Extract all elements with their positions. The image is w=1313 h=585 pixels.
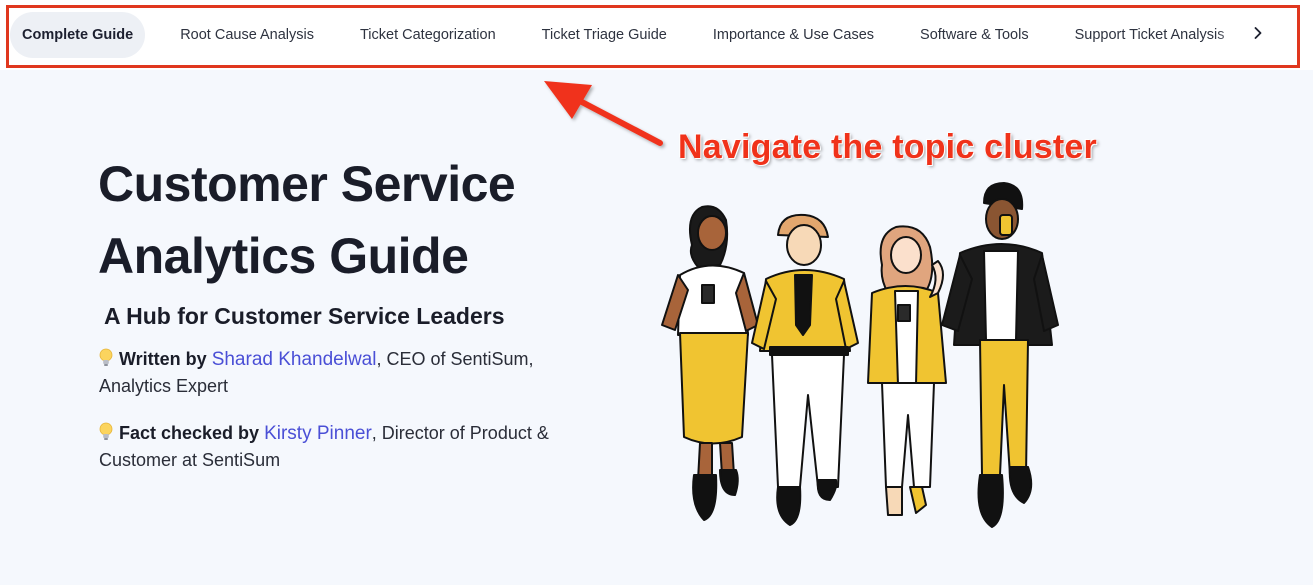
lightbulb-icon — [99, 348, 113, 366]
lightbulb-icon — [99, 422, 113, 440]
topic-tab-bar: Complete Guide Root Cause Analysis Ticke… — [0, 0, 1313, 70]
checker-link[interactable]: Kirsty Pinner — [264, 423, 372, 444]
annotation-label: Navigate the topic cluster — [678, 128, 1097, 166]
person-man-blazer — [941, 182, 1059, 528]
person-woman-skirt — [661, 205, 759, 521]
page-title-line-2: Analytics Guide — [98, 228, 469, 284]
chevron-right-icon[interactable] — [1250, 22, 1266, 44]
tab-ticket-categorization[interactable]: Ticket Categorization — [337, 12, 519, 58]
tab-complete-guide[interactable]: Complete Guide — [10, 12, 146, 58]
team-illustration — [661, 182, 1059, 528]
author-link[interactable]: Sharad Khandelwal — [212, 349, 377, 370]
page-subtitle: A Hub for Customer Service Leaders — [104, 303, 505, 329]
page-title-line-1: Customer Service — [98, 156, 516, 212]
author-byline: Written by Sharad Khandelwal, CEO of Sen… — [99, 346, 599, 400]
written-by-label: Written by — [119, 349, 207, 369]
fact-checker-byline: Fact checked by Kirsty Pinner, Director … — [99, 420, 599, 474]
fact-checked-label: Fact checked by — [119, 423, 260, 443]
person-man-yellow-jacket — [751, 213, 859, 526]
tab-importance-use-cases[interactable]: Importance & Use Cases — [690, 12, 897, 58]
person-woman-cardigan — [867, 225, 947, 516]
tab-software-tools[interactable]: Software & Tools — [897, 12, 1052, 58]
tab-list: Complete Guide Root Cause Analysis Ticke… — [10, 12, 1262, 58]
tab-ticket-triage-guide[interactable]: Ticket Triage Guide — [519, 12, 690, 58]
page-title: Customer Service Analytics Guide — [98, 148, 618, 292]
tab-root-cause-analysis[interactable]: Root Cause Analysis — [157, 12, 337, 58]
